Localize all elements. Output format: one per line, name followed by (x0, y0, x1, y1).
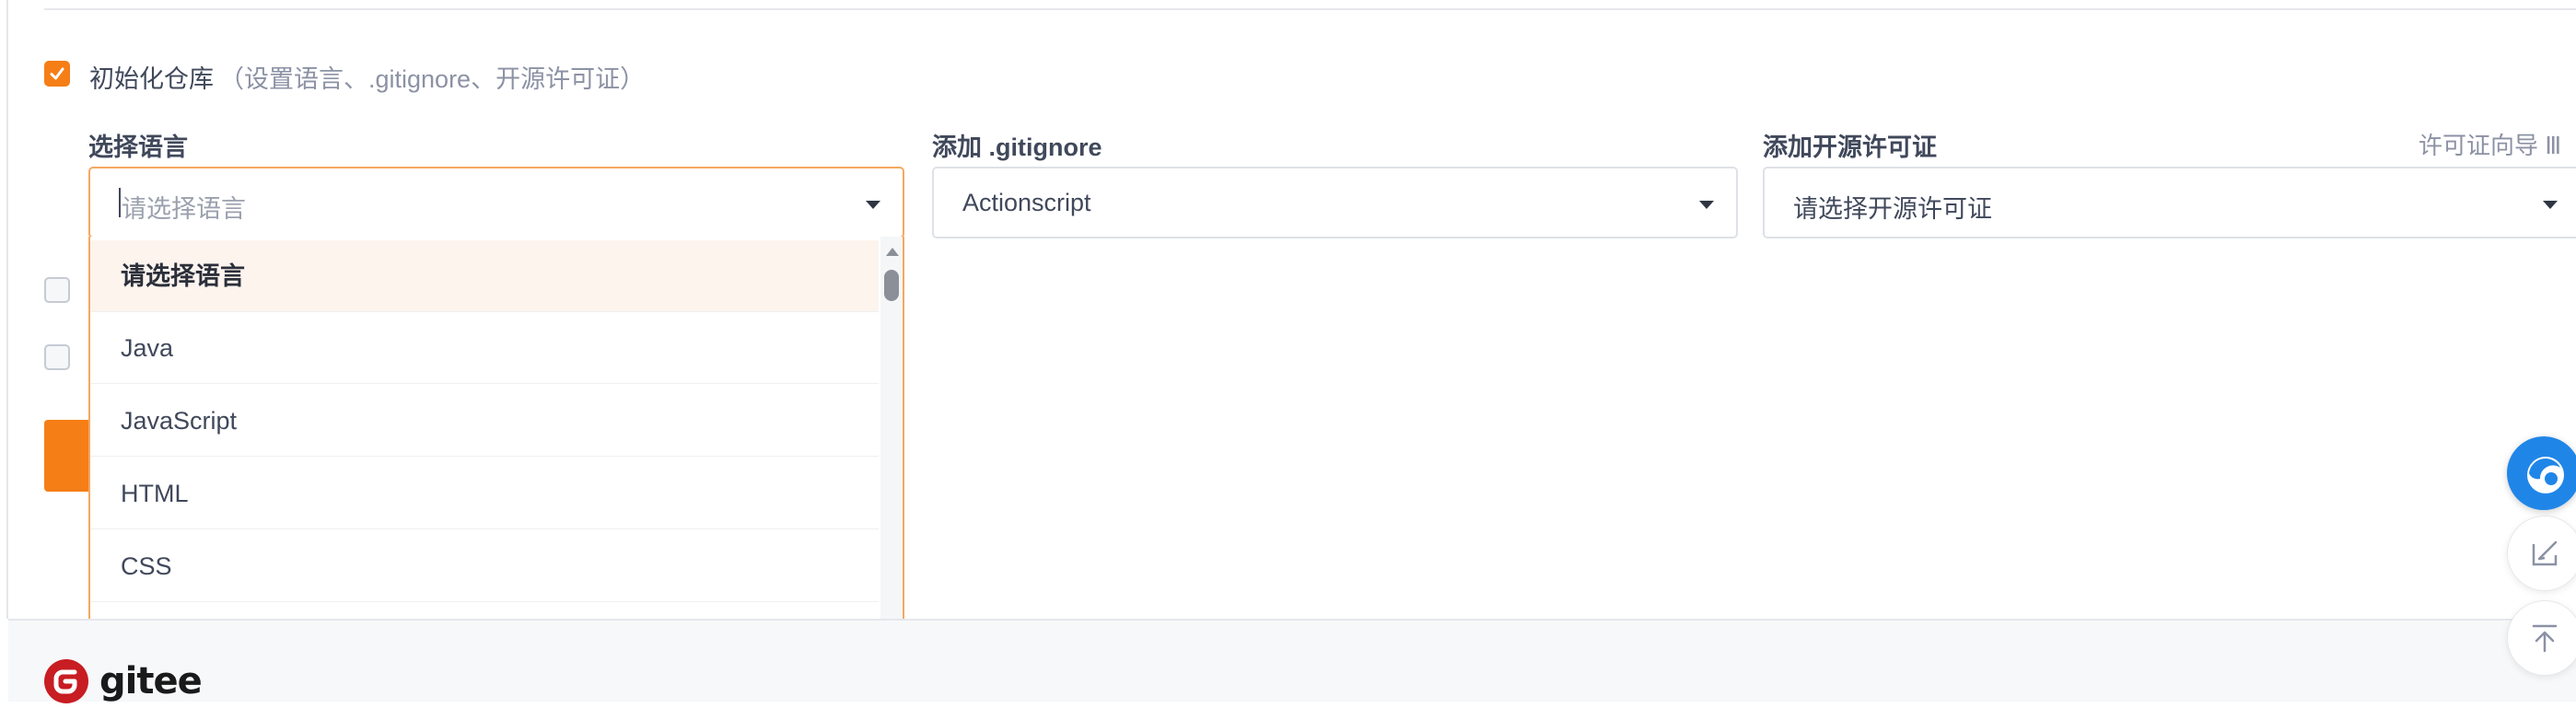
option-checkbox-2[interactable] (44, 344, 70, 370)
page-footer (8, 619, 2576, 702)
create-repo-button[interactable] (44, 420, 90, 492)
license-label: 添加开源许可证 (1763, 133, 1937, 161)
edit-feedback-icon (2532, 540, 2558, 566)
gitignore-select[interactable]: Actionscript (932, 167, 1738, 238)
init-repo-label[interactable]: 初始化仓库 （设置语言、.gitignore、开源许可证） (89, 59, 645, 95)
back-to-top-button[interactable] (2507, 600, 2576, 676)
init-repo-hint: （设置语言、.gitignore、开源许可证） (219, 65, 646, 93)
language-option[interactable]: CSS (90, 530, 879, 602)
scroll-up-arrow-icon[interactable] (886, 248, 899, 256)
language-option[interactable]: JavaScript (90, 385, 879, 457)
section-divider (44, 8, 2576, 10)
language-option[interactable]: HTML (90, 458, 879, 529)
feedback-float-button[interactable] (2507, 516, 2576, 591)
language-option[interactable]: 请选择语言 (90, 240, 879, 312)
scrollbar-thumb[interactable] (884, 270, 899, 301)
gitee-logo[interactable]: gitee (44, 659, 203, 703)
language-select[interactable]: 请选择语言 (88, 167, 904, 238)
page-frame-border (6, 0, 8, 619)
gitignore-label: 添加 .gitignore (932, 133, 1102, 161)
init-repo-checkbox[interactable] (44, 61, 70, 87)
license-select[interactable]: 请选择开源许可证 (1763, 167, 2576, 238)
gitignore-value: Actionscript (962, 189, 1091, 216)
checkmark-icon (50, 67, 64, 80)
option-checkbox-1[interactable] (44, 277, 70, 303)
assistant-float-button[interactable] (2507, 436, 2576, 510)
assistant-icon (2527, 457, 2564, 493)
chevron-down-icon (2543, 201, 2558, 209)
arrow-up-icon (2532, 624, 2558, 653)
license-guide-link[interactable]: 许可证向导 Ⅲ (2419, 127, 2561, 161)
language-search-input[interactable]: 请选择语言 (122, 189, 246, 225)
gitee-logo-icon (44, 659, 88, 703)
chevron-down-icon (1699, 201, 1714, 209)
init-repo-title: 初始化仓库 (89, 65, 214, 93)
language-option[interactable]: Java (90, 312, 879, 384)
gitee-logo-text: gitee (99, 660, 203, 702)
license-value: 请选择开源许可证 (1793, 195, 1992, 223)
text-cursor (119, 188, 121, 217)
chevron-down-icon (866, 201, 880, 209)
language-dropdown: 请选择语言 Java JavaScript HTML CSS Python (88, 237, 904, 649)
language-label: 选择语言 (88, 133, 188, 161)
